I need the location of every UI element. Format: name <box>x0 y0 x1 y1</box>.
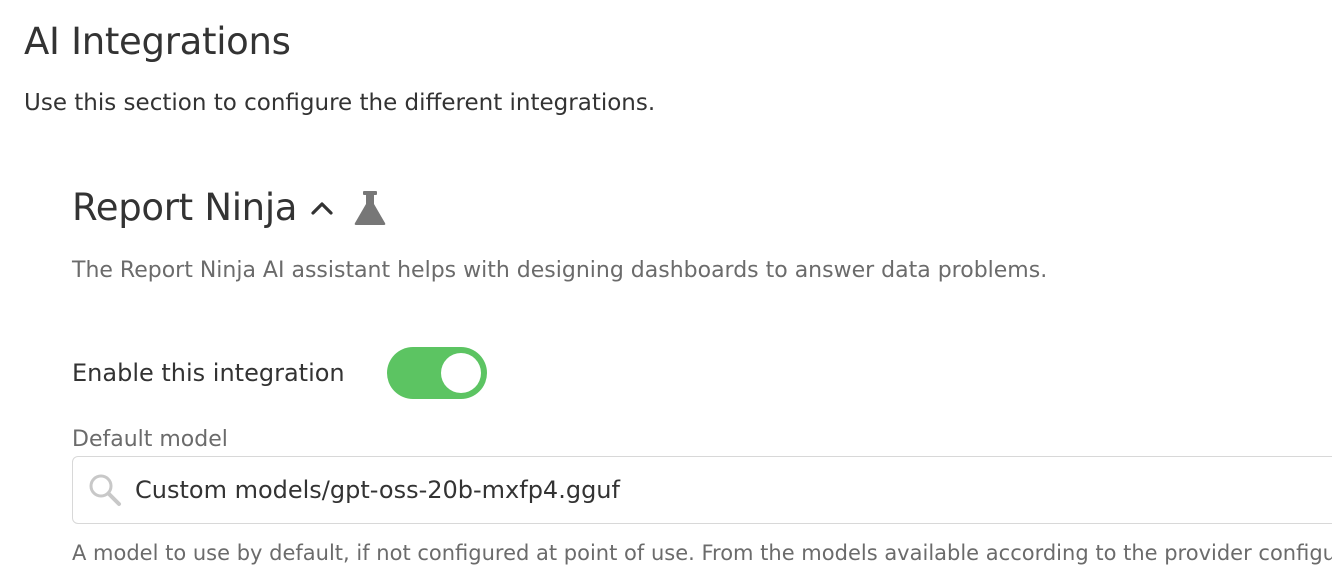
default-model-select[interactable]: Custom models/gpt-oss-20b-mxfp4.gguf <box>72 456 1332 524</box>
default-model-value: Custom models/gpt-oss-20b-mxfp4.gguf <box>135 476 620 504</box>
enable-integration-toggle[interactable] <box>387 347 487 399</box>
search-icon <box>87 472 123 508</box>
enable-integration-row: Enable this integration <box>72 346 487 400</box>
page-title: AI Integrations <box>24 20 291 63</box>
integration-header: Report Ninja <box>72 182 387 234</box>
enable-integration-label: Enable this integration <box>72 359 345 387</box>
flask-icon <box>353 190 387 226</box>
toggle-knob <box>441 353 481 393</box>
collapse-section-button[interactable] <box>309 195 335 221</box>
page-description: Use this section to configure the differ… <box>24 90 656 116</box>
default-model-help: A model to use by default, if not config… <box>72 541 1332 565</box>
integration-description: The Report Ninja AI assistant helps with… <box>72 258 1048 283</box>
integration-title: Report Ninja <box>72 186 298 229</box>
ai-integrations-page: AI Integrations Use this section to conf… <box>0 0 1332 582</box>
default-model-label: Default model <box>72 427 228 452</box>
chevron-up-icon <box>311 202 333 215</box>
